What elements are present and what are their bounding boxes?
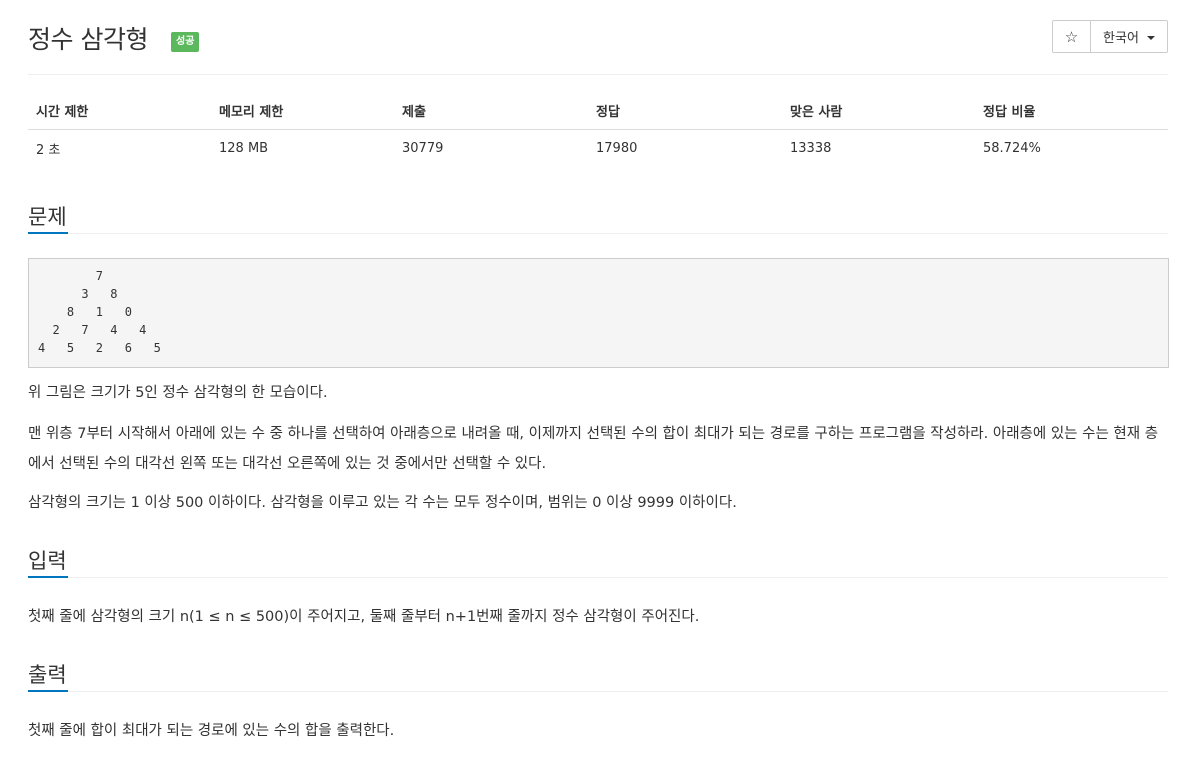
star-button[interactable]: ☆ (1053, 21, 1091, 52)
problem-paragraph-1: 위 그림은 크기가 5인 정수 삼각형의 한 모습이다. (28, 385, 328, 401)
header-solved-users: 맞은 사람 (782, 92, 975, 130)
status-badge: 성공 (171, 32, 200, 52)
header-accepted: 정답 (588, 92, 782, 130)
input-heading: 입력 (28, 549, 67, 573)
table-row: 2 초 128 MB 30779 17980 13338 58.724% (28, 130, 1168, 167)
heading-underline (28, 232, 68, 234)
language-dropdown[interactable]: 한국어 (1091, 21, 1167, 52)
page-header: 정수 삼각형 성공 ☆ 한국어 (28, 18, 1168, 75)
problem-section-header: 문제 (28, 193, 1168, 234)
problem-paragraph-2: 맨 위층 7부터 시작해서 아래에 있는 수 중 하나를 선택하여 아래층으로 … (28, 426, 1159, 472)
heading-underline (28, 576, 68, 578)
header-button-group: ☆ 한국어 (1052, 20, 1168, 53)
output-heading: 출력 (28, 663, 67, 687)
language-label: 한국어 (1103, 31, 1139, 46)
problem-paragraph-3: 삼각형의 크기는 1 이상 500 이하이다. 삼각형을 이루고 있는 각 수는… (28, 495, 737, 511)
heading-underline (28, 690, 68, 692)
memory-limit-value: 128 MB (219, 140, 269, 156)
accept-ratio-value: 58.724% (983, 140, 1041, 156)
input-section-header: 입력 (28, 537, 1168, 578)
header-time-limit: 시간 제한 (28, 92, 211, 130)
solved-users-value: 13338 (790, 140, 832, 156)
header-submissions: 제출 (394, 92, 588, 130)
submissions-value: 30779 (402, 140, 444, 156)
caret-down-icon (1146, 35, 1155, 40)
time-limit-value: 2 초 (36, 142, 61, 158)
output-section-header: 출력 (28, 651, 1168, 692)
problem-heading: 문제 (28, 205, 67, 229)
page-title: 정수 삼각형 (28, 25, 148, 54)
output-description: 첫째 줄에 합이 최대가 되는 경로에 있는 수의 합을 출력한다. (28, 723, 395, 739)
star-icon: ☆ (1064, 27, 1079, 46)
problem-info-table: 시간 제한 메모리 제한 제출 정답 맞은 사람 정답 비율 2 초 128 M… (28, 92, 1168, 166)
header-accept-ratio: 정답 비율 (975, 92, 1168, 130)
triangle-figure: 7 3 8 8 1 0 2 7 4 4 4 5 2 6 5 (28, 258, 1169, 368)
header-memory-limit: 메모리 제한 (211, 92, 394, 130)
input-description: 첫째 줄에 삼각형의 크기 n(1 ≤ n ≤ 500)이 주어지고, 둘째 줄… (28, 609, 700, 625)
table-header-row: 시간 제한 메모리 제한 제출 정답 맞은 사람 정답 비율 (28, 92, 1168, 130)
accepted-value: 17980 (596, 140, 638, 156)
